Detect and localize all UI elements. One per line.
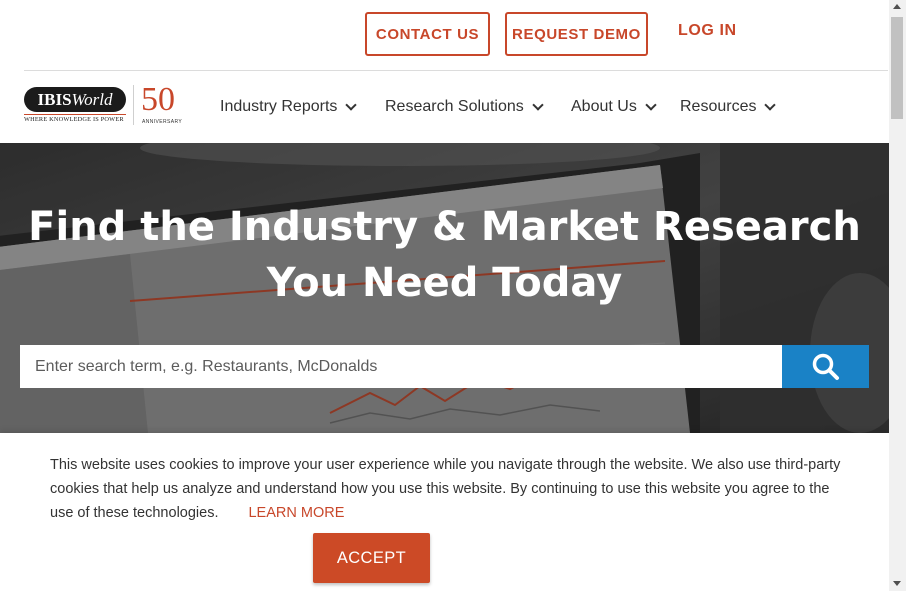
search-button[interactable] — [782, 345, 869, 388]
nav-item-research-solutions[interactable]: Research Solutions — [385, 98, 544, 116]
search-input[interactable] — [20, 345, 782, 388]
main-nav: IBIS World WHERE KNOWLEDGE IS POWER 50 AN… — [0, 71, 889, 143]
learn-more-link[interactable]: LEARN MORE — [248, 505, 344, 521]
vertical-scrollbar[interactable] — [889, 0, 906, 591]
chevron-down-icon — [645, 98, 657, 111]
nav-item-label: Industry Reports — [220, 98, 338, 115]
scroll-down-arrow-icon[interactable] — [893, 581, 901, 586]
nav-item-label: Resources — [680, 98, 757, 115]
scroll-up-arrow-icon[interactable] — [893, 4, 901, 9]
nav-item-label: About Us — [571, 98, 637, 115]
logo-brand-italic: World — [71, 89, 113, 109]
log-in-link[interactable]: LOG IN — [678, 22, 737, 40]
scroll-thumb[interactable] — [891, 17, 903, 119]
nav-item-industry-reports[interactable]: Industry Reports — [220, 98, 358, 116]
logo-brand-bold: IBIS — [37, 89, 72, 109]
accept-cookies-button[interactable]: ACCEPT — [313, 533, 430, 583]
nav-item-about-us[interactable]: About Us — [571, 98, 657, 116]
chevron-down-icon — [764, 98, 777, 111]
page: CONTACT US REQUEST DEMO LOG IN IBIS World… — [0, 0, 906, 591]
cookie-message: This website uses cookies to improve you… — [50, 453, 850, 525]
cookie-banner: This website uses cookies to improve you… — [0, 433, 889, 591]
request-demo-button[interactable]: REQUEST DEMO — [505, 12, 648, 56]
logo-tagline: WHERE KNOWLEDGE IS POWER — [24, 114, 126, 123]
top-utility-bar: CONTACT US REQUEST DEMO LOG IN — [0, 0, 889, 70]
logo-anniversary-number: 50 — [141, 81, 175, 118]
logo-separator — [133, 85, 134, 125]
nav-item-label: Research Solutions — [385, 98, 524, 115]
search-bar — [20, 345, 869, 388]
logo-wordmark: IBIS World — [24, 87, 126, 112]
chevron-down-icon — [532, 98, 544, 111]
hero-title: Find the Industry & Market Research You … — [28, 204, 861, 306]
hero-section: Find the Industry & Market Research You … — [0, 143, 889, 433]
search-icon — [812, 353, 839, 380]
logo-anniversary-label: ANNIVERSARY — [142, 119, 183, 125]
ibisworld-logo[interactable]: IBIS World WHERE KNOWLEDGE IS POWER 50 AN… — [24, 81, 189, 133]
contact-us-button[interactable]: CONTACT US — [365, 12, 490, 56]
cookie-text: This website uses cookies to improve you… — [50, 457, 841, 521]
nav-item-resources[interactable]: Resources — [680, 98, 777, 116]
chevron-down-icon — [345, 98, 358, 111]
